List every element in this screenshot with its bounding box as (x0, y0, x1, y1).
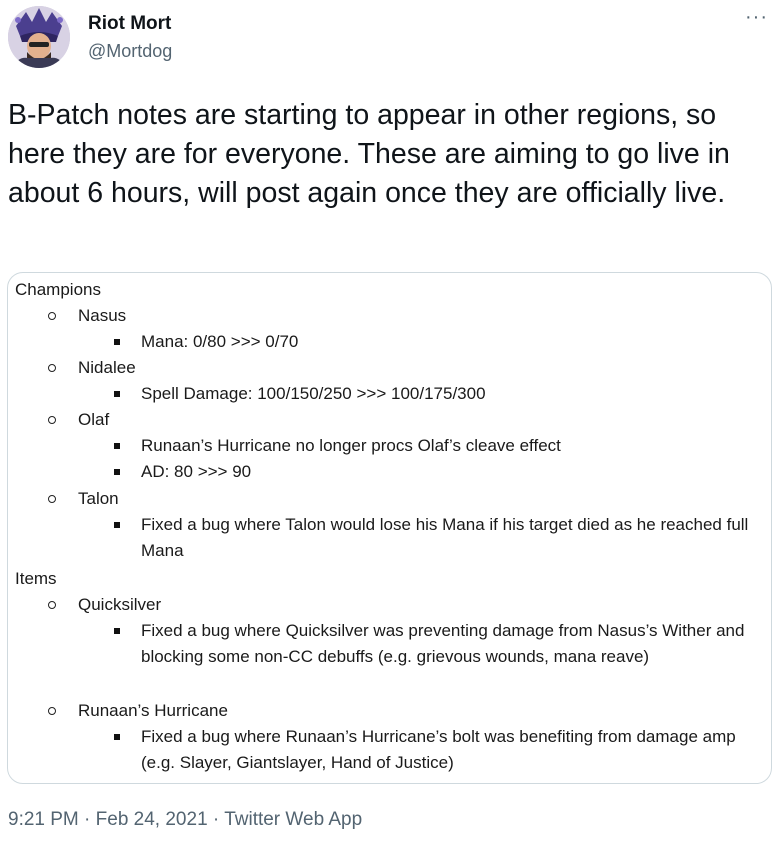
avatar[interactable] (8, 6, 70, 68)
avatar-image (8, 6, 70, 68)
notes-bullet: Fixed a bug where Runaan’s Hurricane’s b… (114, 724, 761, 776)
notes-item-runaans: Runaan’s Hurricane (48, 701, 228, 720)
tweet-text: B-Patch notes are starting to appear in … (8, 99, 738, 209)
notes-bullet: Runaan’s Hurricane no longer procs Olaf’… (114, 433, 761, 459)
notes-champion-olaf: Olaf (47, 410, 110, 429)
tweet-time[interactable]: 9:21 PM (8, 809, 79, 830)
patch-notes-image: Champions Nasus Mana: 0/80 >>> 0/70 Nida… (8, 273, 771, 783)
notes-heading-items: Items (15, 569, 57, 588)
notes-bullet: Mana: 0/80 >>> 0/70 (114, 329, 761, 355)
notes-bullet: Spell Damage: 100/150/250 >>> 100/175/30… (114, 381, 761, 407)
notes-bullet: Fixed a bug where Quicksilver was preven… (114, 618, 761, 670)
notes-heading-champions: Champions (15, 280, 101, 299)
notes-champion-nidalee: Nidalee (48, 358, 136, 377)
author-display-name[interactable]: Riot Mort (88, 13, 171, 35)
notes-bullet: AD: 80 >>> 90 (114, 459, 761, 485)
tweet-date[interactable]: Feb 24, 2021 (96, 809, 208, 830)
attached-image[interactable]: Champions Nasus Mana: 0/80 >>> 0/70 Nida… (7, 272, 772, 784)
tweet-source-app[interactable]: Twitter Web App (224, 809, 362, 830)
meta-separator: · (78, 809, 96, 830)
notes-champion-nasus: Nasus (47, 306, 127, 325)
notes-champion-talon: Talon (48, 489, 119, 508)
notes-bullet: Fixed a bug where Talon would lose his M… (114, 512, 761, 564)
meta-separator: · (207, 809, 225, 830)
author-handle[interactable]: @Mortdog (88, 41, 172, 62)
notes-item-quicksilver: Quicksilver (47, 595, 162, 614)
more-options-button[interactable]: ··· (745, 6, 768, 29)
tweet-metadata: 9:21 PM · Feb 24, 2021 · Twitter Web App (8, 809, 362, 831)
